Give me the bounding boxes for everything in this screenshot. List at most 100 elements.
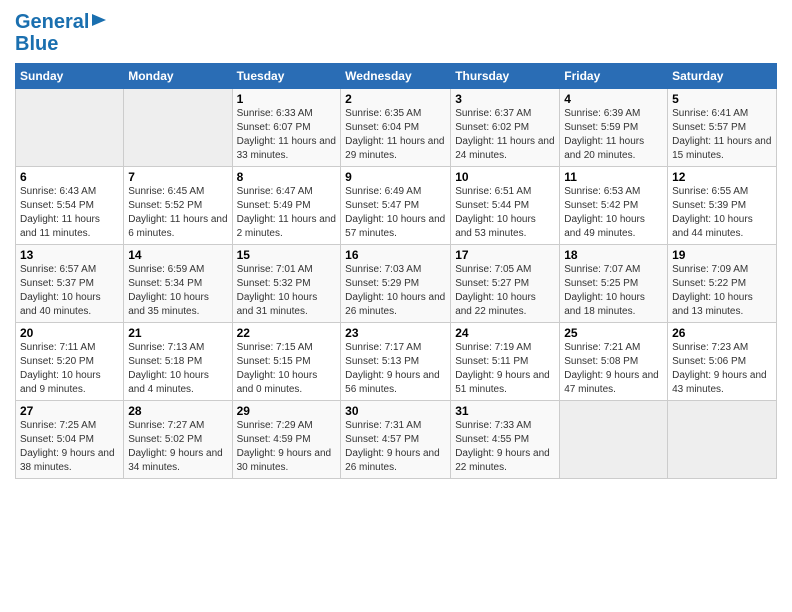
- day-number: 7: [128, 170, 227, 184]
- calendar-cell: 12 Sunrise: 6:55 AMSunset: 5:39 PMDaylig…: [668, 167, 777, 245]
- calendar-week-row: 27 Sunrise: 7:25 AMSunset: 5:04 PMDaylig…: [16, 401, 777, 479]
- day-info: Sunrise: 6:57 AMSunset: 5:37 PMDaylight:…: [20, 264, 101, 317]
- day-number: 20: [20, 326, 119, 340]
- day-info: Sunrise: 6:39 AMSunset: 5:59 PMDaylight:…: [564, 108, 644, 161]
- day-number: 4: [564, 92, 663, 106]
- calendar-cell: 5 Sunrise: 6:41 AMSunset: 5:57 PMDayligh…: [668, 89, 777, 167]
- day-info: Sunrise: 6:35 AMSunset: 6:04 PMDaylight:…: [345, 108, 444, 161]
- day-number: 9: [345, 170, 446, 184]
- calendar-cell: 1 Sunrise: 6:33 AMSunset: 6:07 PMDayligh…: [232, 89, 341, 167]
- day-info: Sunrise: 6:37 AMSunset: 6:02 PMDaylight:…: [455, 108, 554, 161]
- day-number: 18: [564, 248, 663, 262]
- calendar-cell: 10 Sunrise: 6:51 AMSunset: 5:44 PMDaylig…: [451, 167, 560, 245]
- day-number: 11: [564, 170, 663, 184]
- day-number: 25: [564, 326, 663, 340]
- calendar-cell: 22 Sunrise: 7:15 AMSunset: 5:15 PMDaylig…: [232, 323, 341, 401]
- day-info: Sunrise: 6:33 AMSunset: 6:07 PMDaylight:…: [237, 108, 336, 161]
- calendar-cell: 18 Sunrise: 7:07 AMSunset: 5:25 PMDaylig…: [560, 245, 668, 323]
- day-info: Sunrise: 7:21 AMSunset: 5:08 PMDaylight:…: [564, 342, 659, 395]
- day-info: Sunrise: 6:45 AMSunset: 5:52 PMDaylight:…: [128, 186, 227, 239]
- day-info: Sunrise: 7:05 AMSunset: 5:27 PMDaylight:…: [455, 264, 536, 317]
- day-number: 17: [455, 248, 555, 262]
- calendar-cell: 29 Sunrise: 7:29 AMSunset: 4:59 PMDaylig…: [232, 401, 341, 479]
- weekday-header-cell: Monday: [124, 64, 232, 89]
- calendar-cell: 4 Sunrise: 6:39 AMSunset: 5:59 PMDayligh…: [560, 89, 668, 167]
- calendar-table: SundayMondayTuesdayWednesdayThursdayFrid…: [15, 63, 777, 479]
- calendar-cell: 30 Sunrise: 7:31 AMSunset: 4:57 PMDaylig…: [341, 401, 451, 479]
- day-number: 21: [128, 326, 227, 340]
- day-info: Sunrise: 7:01 AMSunset: 5:32 PMDaylight:…: [237, 264, 318, 317]
- calendar-cell: 3 Sunrise: 6:37 AMSunset: 6:02 PMDayligh…: [451, 89, 560, 167]
- weekday-header-row: SundayMondayTuesdayWednesdayThursdayFrid…: [16, 64, 777, 89]
- day-info: Sunrise: 6:47 AMSunset: 5:49 PMDaylight:…: [237, 186, 336, 239]
- calendar-cell: 19 Sunrise: 7:09 AMSunset: 5:22 PMDaylig…: [668, 245, 777, 323]
- calendar-cell: 15 Sunrise: 7:01 AMSunset: 5:32 PMDaylig…: [232, 245, 341, 323]
- day-number: 5: [672, 92, 772, 106]
- day-number: 13: [20, 248, 119, 262]
- day-number: 26: [672, 326, 772, 340]
- calendar-cell: [560, 401, 668, 479]
- calendar-cell: 28 Sunrise: 7:27 AMSunset: 5:02 PMDaylig…: [124, 401, 232, 479]
- calendar-body: 1 Sunrise: 6:33 AMSunset: 6:07 PMDayligh…: [16, 89, 777, 479]
- day-info: Sunrise: 7:17 AMSunset: 5:13 PMDaylight:…: [345, 342, 440, 395]
- calendar-cell: 16 Sunrise: 7:03 AMSunset: 5:29 PMDaylig…: [341, 245, 451, 323]
- day-info: Sunrise: 6:51 AMSunset: 5:44 PMDaylight:…: [455, 186, 536, 239]
- page-container: General Blue SundayMondayTuesdayWednesda…: [0, 0, 792, 484]
- day-number: 12: [672, 170, 772, 184]
- day-number: 3: [455, 92, 555, 106]
- calendar-cell: 2 Sunrise: 6:35 AMSunset: 6:04 PMDayligh…: [341, 89, 451, 167]
- calendar-cell: 20 Sunrise: 7:11 AMSunset: 5:20 PMDaylig…: [16, 323, 124, 401]
- calendar-cell: [16, 89, 124, 167]
- day-number: 14: [128, 248, 227, 262]
- day-number: 10: [455, 170, 555, 184]
- day-number: 27: [20, 404, 119, 418]
- day-info: Sunrise: 7:27 AMSunset: 5:02 PMDaylight:…: [128, 420, 223, 473]
- day-number: 22: [237, 326, 337, 340]
- day-info: Sunrise: 7:19 AMSunset: 5:11 PMDaylight:…: [455, 342, 550, 395]
- calendar-cell: 21 Sunrise: 7:13 AMSunset: 5:18 PMDaylig…: [124, 323, 232, 401]
- weekday-header-cell: Saturday: [668, 64, 777, 89]
- day-info: Sunrise: 6:43 AMSunset: 5:54 PMDaylight:…: [20, 186, 100, 239]
- calendar-cell: 7 Sunrise: 6:45 AMSunset: 5:52 PMDayligh…: [124, 167, 232, 245]
- calendar-cell: [124, 89, 232, 167]
- calendar-cell: 24 Sunrise: 7:19 AMSunset: 5:11 PMDaylig…: [451, 323, 560, 401]
- day-info: Sunrise: 7:31 AMSunset: 4:57 PMDaylight:…: [345, 420, 440, 473]
- weekday-header-cell: Friday: [560, 64, 668, 89]
- weekday-header-cell: Thursday: [451, 64, 560, 89]
- day-info: Sunrise: 7:25 AMSunset: 5:04 PMDaylight:…: [20, 420, 115, 473]
- day-info: Sunrise: 6:41 AMSunset: 5:57 PMDaylight:…: [672, 108, 771, 161]
- day-info: Sunrise: 7:29 AMSunset: 4:59 PMDaylight:…: [237, 420, 332, 473]
- day-number: 6: [20, 170, 119, 184]
- calendar-cell: 11 Sunrise: 6:53 AMSunset: 5:42 PMDaylig…: [560, 167, 668, 245]
- day-info: Sunrise: 7:33 AMSunset: 4:55 PMDaylight:…: [455, 420, 550, 473]
- day-info: Sunrise: 6:55 AMSunset: 5:39 PMDaylight:…: [672, 186, 753, 239]
- day-number: 29: [237, 404, 337, 418]
- calendar-cell: 14 Sunrise: 6:59 AMSunset: 5:34 PMDaylig…: [124, 245, 232, 323]
- calendar-cell: 9 Sunrise: 6:49 AMSunset: 5:47 PMDayligh…: [341, 167, 451, 245]
- day-info: Sunrise: 7:09 AMSunset: 5:22 PMDaylight:…: [672, 264, 753, 317]
- calendar-cell: [668, 401, 777, 479]
- calendar-week-row: 6 Sunrise: 6:43 AMSunset: 5:54 PMDayligh…: [16, 167, 777, 245]
- calendar-cell: 27 Sunrise: 7:25 AMSunset: 5:04 PMDaylig…: [16, 401, 124, 479]
- day-info: Sunrise: 7:11 AMSunset: 5:20 PMDaylight:…: [20, 342, 101, 395]
- day-info: Sunrise: 6:49 AMSunset: 5:47 PMDaylight:…: [345, 186, 445, 239]
- day-info: Sunrise: 7:03 AMSunset: 5:29 PMDaylight:…: [345, 264, 445, 317]
- day-info: Sunrise: 7:07 AMSunset: 5:25 PMDaylight:…: [564, 264, 645, 317]
- day-info: Sunrise: 6:59 AMSunset: 5:34 PMDaylight:…: [128, 264, 209, 317]
- calendar-cell: 17 Sunrise: 7:05 AMSunset: 5:27 PMDaylig…: [451, 245, 560, 323]
- calendar-cell: 6 Sunrise: 6:43 AMSunset: 5:54 PMDayligh…: [16, 167, 124, 245]
- calendar-cell: 25 Sunrise: 7:21 AMSunset: 5:08 PMDaylig…: [560, 323, 668, 401]
- calendar-week-row: 20 Sunrise: 7:11 AMSunset: 5:20 PMDaylig…: [16, 323, 777, 401]
- logo-arrow-icon: [92, 12, 108, 28]
- weekday-header-cell: Wednesday: [341, 64, 451, 89]
- day-number: 30: [345, 404, 446, 418]
- calendar-cell: 13 Sunrise: 6:57 AMSunset: 5:37 PMDaylig…: [16, 245, 124, 323]
- day-info: Sunrise: 7:23 AMSunset: 5:06 PMDaylight:…: [672, 342, 767, 395]
- logo: General Blue: [15, 10, 108, 55]
- day-number: 31: [455, 404, 555, 418]
- day-number: 28: [128, 404, 227, 418]
- day-number: 24: [455, 326, 555, 340]
- day-info: Sunrise: 6:53 AMSunset: 5:42 PMDaylight:…: [564, 186, 645, 239]
- day-number: 1: [237, 92, 337, 106]
- weekday-header-cell: Sunday: [16, 64, 124, 89]
